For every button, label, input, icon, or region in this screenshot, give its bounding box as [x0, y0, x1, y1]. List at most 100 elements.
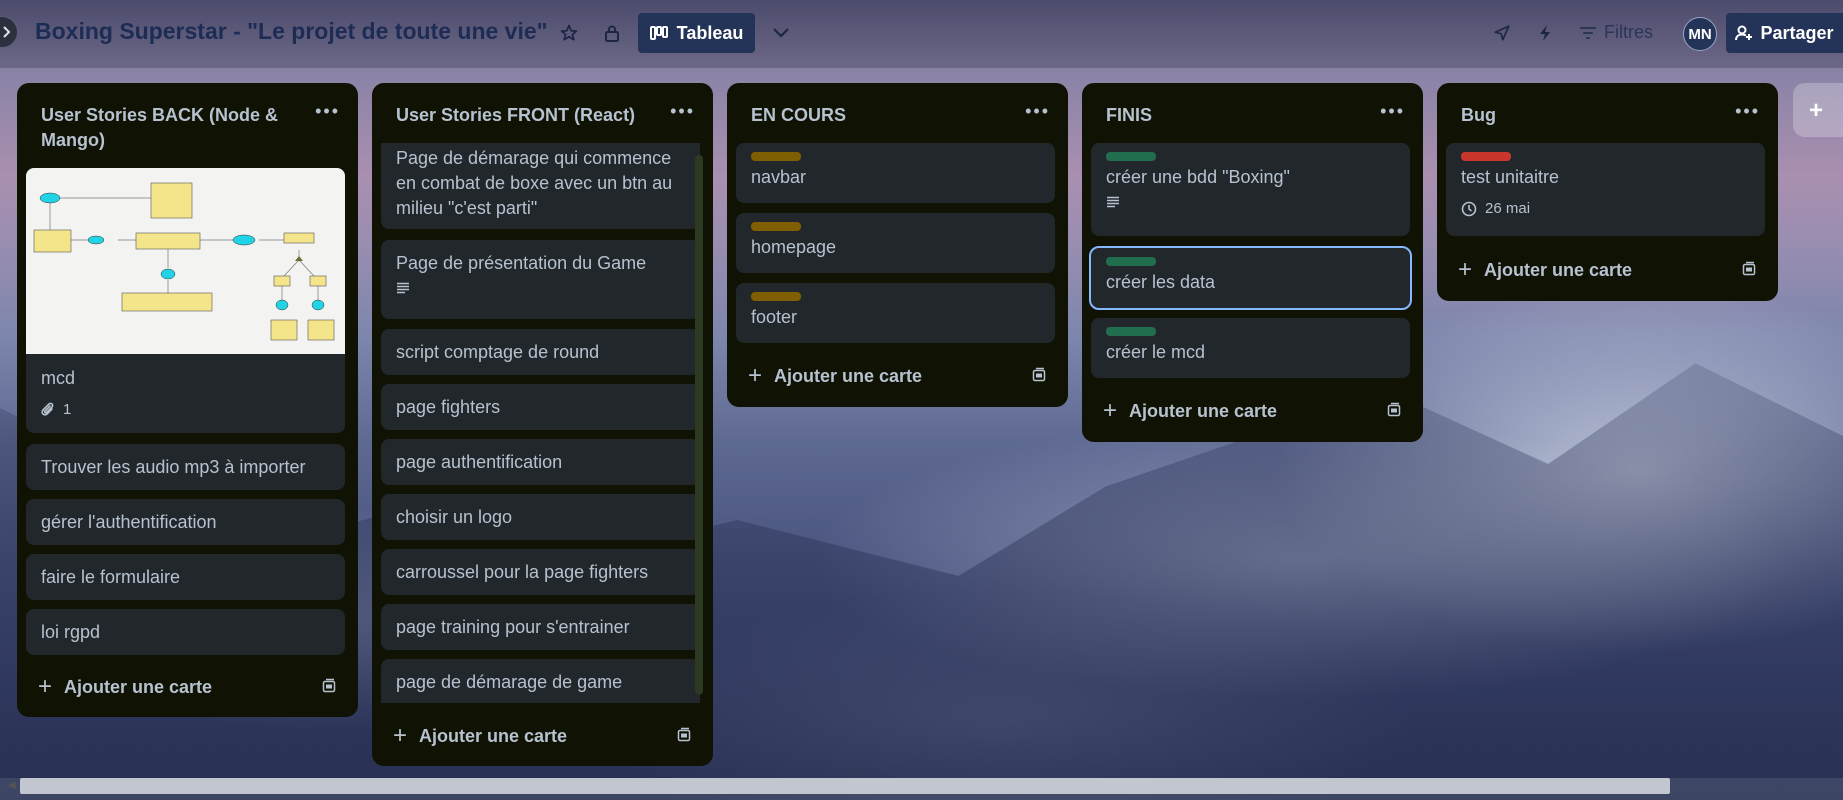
share-button[interactable]: Partager	[1726, 13, 1843, 53]
card-badges	[1091, 190, 1410, 208]
card-mcd[interactable]: mcd 1	[26, 168, 345, 433]
clock-icon	[1461, 201, 1477, 216]
add-card-label: Ajouter une carte	[1129, 400, 1278, 421]
card[interactable]: navbar	[736, 143, 1055, 203]
expand-sidebar-button[interactable]	[0, 16, 18, 48]
power-ups-icon[interactable]	[1489, 20, 1515, 46]
add-card-button[interactable]: + Ajouter une carte	[1446, 251, 1765, 289]
share-label: Partager	[1760, 22, 1834, 43]
label-green	[1106, 327, 1156, 336]
horizontal-scrollbar[interactable]	[20, 778, 1670, 794]
label-yellow	[751, 152, 801, 161]
avatar[interactable]: MN	[1683, 17, 1717, 51]
mcd-diagram-cover	[26, 168, 345, 354]
card[interactable]: Page de démarage qui commence en combat …	[381, 143, 700, 229]
add-card-button[interactable]: + Ajouter une carte	[736, 357, 1055, 395]
card-title: test unitaitre	[1461, 167, 1560, 187]
create-from-template-icon[interactable]	[1031, 367, 1047, 383]
list-title[interactable]: FINIS	[1106, 103, 1376, 128]
list-user-stories-back: User Stories BACK (Node & Mango) ••• mcd…	[17, 83, 358, 717]
label-green	[1106, 257, 1156, 266]
board-view-button[interactable]: Tableau	[638, 13, 755, 53]
filters-label: Filtres	[1604, 22, 1653, 42]
list-en-cours: EN COURS ••• navbar homepage footer + Aj…	[727, 83, 1068, 407]
list-finis: FINIS ••• créer une bdd "Boxing" créer l…	[1082, 83, 1423, 442]
card-title: gérer l'authentification	[41, 512, 217, 532]
chevron-right-icon	[3, 26, 11, 38]
card-title: choisir un logo	[396, 507, 513, 527]
card[interactable]: page fighters	[381, 384, 700, 430]
card[interactable]: page training pour s'entrainer	[381, 604, 700, 650]
plus-icon: +	[38, 673, 53, 700]
add-card-button[interactable]: + Ajouter une carte	[381, 717, 700, 755]
list-title[interactable]: User Stories FRONT (React)	[396, 103, 666, 128]
card[interactable]: page authentification	[381, 439, 700, 485]
description-icon	[1107, 196, 1119, 208]
card-title: créer une bdd "Boxing"	[1106, 167, 1290, 187]
star-icon[interactable]	[556, 20, 582, 46]
card-title: page authentification	[396, 452, 563, 472]
card-title: page training pour s'entrainer	[396, 617, 630, 637]
card[interactable]: gérer l'authentification	[26, 499, 345, 545]
create-from-template-icon[interactable]	[1741, 261, 1757, 277]
card-title: page de démarage de game	[396, 672, 623, 692]
card[interactable]: choisir un logo	[381, 494, 700, 540]
list-menu-icon[interactable]: •••	[1380, 101, 1405, 122]
board-title[interactable]: Boxing Superstar - "Le projet de toute u…	[35, 18, 548, 45]
add-card-button[interactable]: + Ajouter une carte	[26, 668, 345, 706]
card-title: Page de présentation du Game	[396, 253, 647, 273]
card-title: créer les data	[1106, 272, 1216, 292]
card-title: mcd	[41, 368, 76, 388]
due-date: 26 mai	[1485, 200, 1531, 217]
card[interactable]: script comptage de round	[381, 329, 700, 375]
card[interactable]: loi rgpd	[26, 609, 345, 655]
add-card-label: Ajouter une carte	[64, 676, 213, 697]
create-from-template-icon[interactable]	[321, 678, 337, 694]
card-selected[interactable]: créer les data	[1089, 246, 1412, 310]
card-title: loi rgpd	[41, 622, 101, 642]
label-yellow	[751, 222, 801, 231]
scroll-left-icon[interactable]: ◀	[8, 780, 16, 791]
card[interactable]: créer le mcd	[1091, 318, 1410, 378]
card-title: homepage	[751, 237, 837, 257]
list-menu-icon[interactable]: •••	[315, 101, 340, 122]
card[interactable]: homepage	[736, 213, 1055, 273]
list-title[interactable]: EN COURS	[751, 103, 1021, 128]
card[interactable]: faire le formulaire	[26, 554, 345, 600]
board-header: Boxing Superstar - "Le projet de toute u…	[0, 0, 1843, 68]
add-card-label: Ajouter une carte	[774, 365, 923, 386]
list-menu-icon[interactable]: •••	[1025, 101, 1050, 122]
card[interactable]: footer	[736, 283, 1055, 343]
plus-icon: +	[1103, 397, 1118, 424]
card[interactable]: créer une bdd "Boxing"	[1091, 143, 1410, 236]
card-badges: 26 mai	[1446, 190, 1765, 221]
description-icon	[397, 282, 409, 294]
list-menu-icon[interactable]: •••	[670, 101, 695, 122]
filter-icon	[1580, 26, 1596, 39]
list-title[interactable]: Bug	[1461, 103, 1731, 128]
add-card-button[interactable]: + Ajouter une carte	[1091, 392, 1410, 430]
add-list-button[interactable]: +	[1793, 83, 1843, 137]
list-menu-icon[interactable]: •••	[1735, 101, 1760, 122]
card-title: footer	[751, 307, 798, 327]
card[interactable]: Trouver les audio mp3 à importer	[26, 444, 345, 490]
automation-icon[interactable]	[1532, 20, 1558, 46]
lock-icon[interactable]	[599, 20, 625, 46]
card[interactable]: Page de présentation du Game	[381, 240, 700, 319]
label-yellow	[751, 292, 801, 301]
chevron-down-icon[interactable]	[768, 20, 794, 46]
list-title[interactable]: User Stories BACK (Node & Mango)	[41, 103, 311, 153]
attachment-count: 1	[63, 401, 72, 418]
filters-button[interactable]: Filtres	[1580, 22, 1653, 43]
card[interactable]: carroussel pour la page fighters	[381, 549, 700, 595]
card[interactable]: test unitaitre 26 mai	[1446, 143, 1765, 236]
list-scrollbar[interactable]	[695, 155, 703, 695]
card[interactable]: page de démarage de game	[381, 659, 700, 703]
card-title: script comptage de round	[396, 342, 600, 362]
card-badges	[381, 276, 700, 294]
add-person-icon	[1735, 25, 1753, 41]
card-title: carroussel pour la page fighters	[396, 562, 649, 582]
create-from-template-icon[interactable]	[1386, 402, 1402, 418]
card-title: Page de démarage qui commence en combat …	[396, 148, 673, 218]
create-from-template-icon[interactable]	[676, 727, 692, 743]
